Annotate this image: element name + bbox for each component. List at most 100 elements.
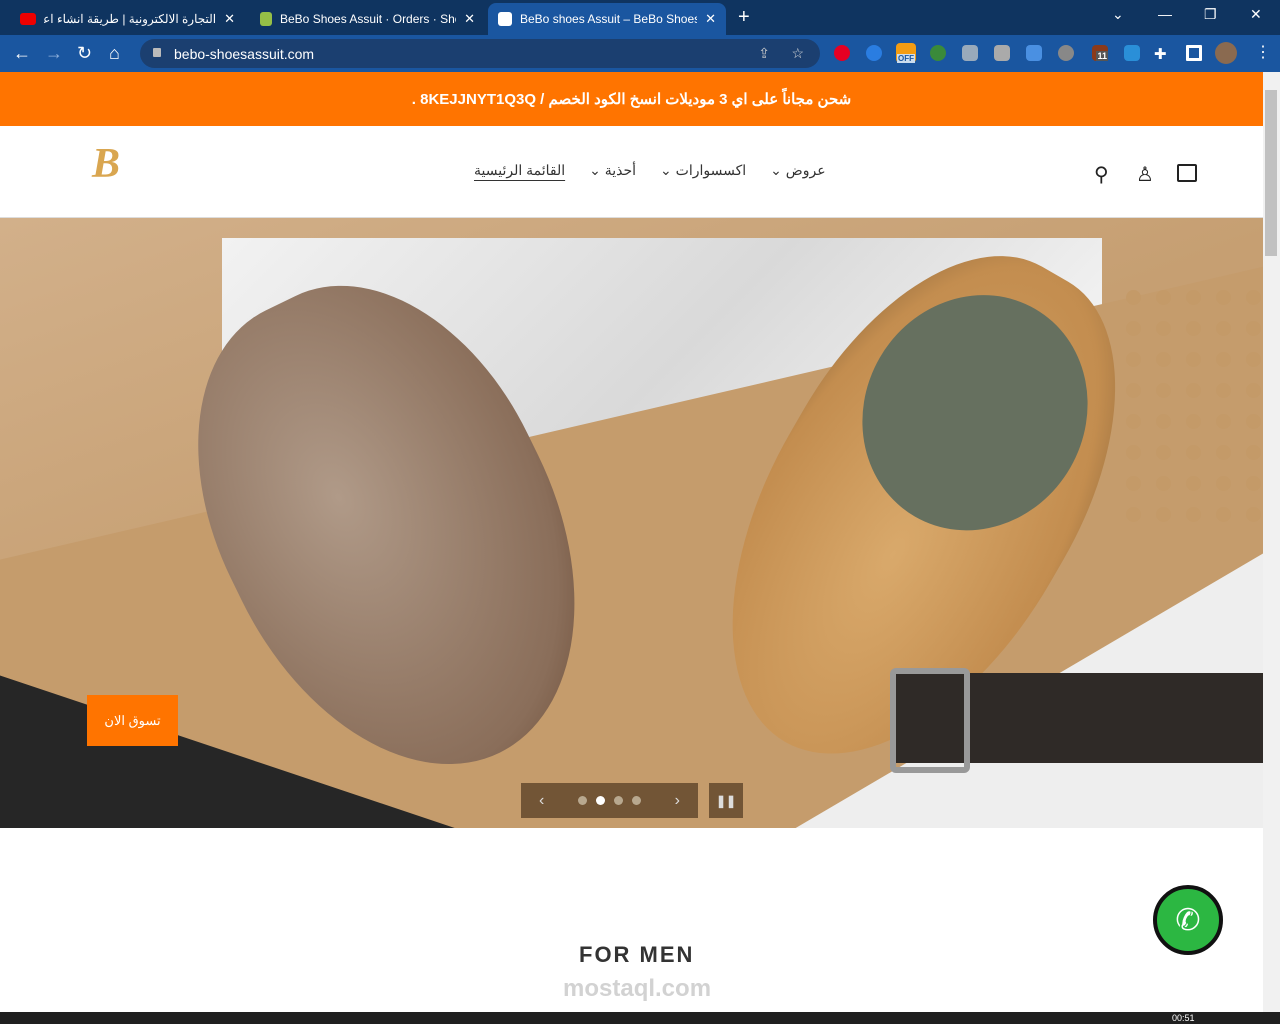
- scrollbar[interactable]: [1263, 72, 1280, 1012]
- pattern-dot: [1186, 290, 1201, 305]
- pattern-dot: [1126, 321, 1141, 336]
- cart-icon[interactable]: [1177, 164, 1197, 182]
- nav-home[interactable]: القائمة الرئيسية: [474, 162, 565, 179]
- close-icon[interactable]: ✕: [705, 11, 716, 27]
- forward-button[interactable]: →: [45, 43, 63, 63]
- pattern-dot: [1216, 476, 1231, 491]
- extension-icon[interactable]: [866, 45, 882, 61]
- tab-title: BeBo Shoes Assuit · Orders · Shopify: [280, 12, 456, 26]
- tab-shopify[interactable]: BeBo Shoes Assuit · Orders · Shopify ✕: [250, 3, 485, 35]
- tab-title: التجارة الالكترونية | طريقة انشاء اعلان: [44, 12, 217, 26]
- scrollbar-thumb[interactable]: [1265, 90, 1277, 256]
- menu-icon[interactable]: ⋮: [1255, 43, 1271, 63]
- translate-icon[interactable]: [1026, 45, 1042, 61]
- pattern-dot: [1246, 476, 1261, 491]
- pattern-dot: [1156, 321, 1171, 336]
- pattern-dot: [1216, 290, 1231, 305]
- extension-icon[interactable]: [1124, 45, 1140, 61]
- pattern-dot: [1216, 352, 1231, 367]
- close-icon[interactable]: ✕: [464, 11, 475, 27]
- pattern-dot: [1126, 507, 1141, 522]
- pattern-dot: [1126, 476, 1141, 491]
- tab-youtube[interactable]: التجارة الالكترونية | طريقة انشاء اعلان …: [10, 3, 245, 35]
- shop-now-button[interactable]: تسوق الان: [87, 695, 178, 746]
- puzzle-icon[interactable]: ✚: [1154, 45, 1170, 63]
- belt-buckle: [890, 668, 970, 773]
- side-panel-icon[interactable]: [1186, 45, 1202, 61]
- section-title: FOR MEN: [579, 942, 695, 967]
- account-icon[interactable]: ♙: [1136, 162, 1154, 187]
- previous-slide-button[interactable]: ‹: [539, 792, 544, 810]
- site-logo[interactable]: B: [92, 140, 120, 188]
- slide-dot[interactable]: [614, 796, 623, 805]
- home-button[interactable]: ⌂: [109, 43, 120, 63]
- tab-search-icon[interactable]: ⌄: [1112, 6, 1124, 23]
- new-tab-button[interactable]: +: [738, 6, 750, 29]
- slide-dot[interactable]: [596, 796, 605, 805]
- pinterest-icon[interactable]: [834, 45, 850, 61]
- reload-button[interactable]: ↻: [77, 43, 92, 63]
- youtube-icon: [20, 13, 36, 25]
- slide-dots: [578, 796, 641, 805]
- extension-icon[interactable]: [994, 45, 1010, 61]
- star-icon[interactable]: ☆: [791, 45, 804, 62]
- pattern-dot: [1156, 352, 1171, 367]
- pattern-dot: [1246, 352, 1261, 367]
- pattern-dot: [1246, 383, 1261, 398]
- pattern-dot: [1126, 414, 1141, 429]
- bebo-icon: [498, 12, 512, 26]
- tab-bebo[interactable]: BeBo shoes Assuit – BeBo Shoes ✕: [488, 3, 726, 35]
- off-badge: OFF: [897, 54, 915, 63]
- pattern-dot: [1246, 290, 1261, 305]
- pattern-dot: [1186, 507, 1201, 522]
- slideshow-controls: ‹ ›: [521, 783, 698, 818]
- globe-extension-icon[interactable]: [930, 45, 946, 61]
- logo-letter: B: [92, 141, 121, 187]
- chevron-down-icon: ⌄: [770, 162, 782, 178]
- minimize-button[interactable]: —: [1158, 6, 1172, 22]
- nav-shoes[interactable]: أحذية ⌄: [589, 162, 636, 179]
- pattern-dot: [1156, 445, 1171, 460]
- nav-label: عروض: [785, 162, 826, 178]
- pattern-dot: [1246, 445, 1261, 460]
- pattern-dot: [1246, 507, 1261, 522]
- slide-dot[interactable]: [632, 796, 641, 805]
- close-window-button[interactable]: ✕: [1250, 6, 1262, 23]
- lock-icon: [153, 48, 161, 57]
- pattern-dot: [1216, 414, 1231, 429]
- nav-label: اكسسوارات: [675, 162, 747, 178]
- nav-accessories[interactable]: اكسسوارات ⌄: [660, 162, 746, 179]
- pattern-dot: [1216, 321, 1231, 336]
- pattern-dot: [1216, 383, 1231, 398]
- avatar[interactable]: [1215, 42, 1237, 64]
- share-icon[interactable]: ⇪: [758, 45, 770, 62]
- site-header: B القائمة الرئيسية أحذية ⌄ اكسسوارات ⌄ ع…: [0, 126, 1263, 218]
- nav-label: أحذية: [604, 162, 637, 178]
- pattern-dot: [1126, 383, 1141, 398]
- nav-offers[interactable]: عروض ⌄: [770, 162, 825, 179]
- whatsapp-button[interactable]: ✆: [1153, 885, 1223, 955]
- pattern-dot: [1216, 445, 1231, 460]
- pattern-dot: [1126, 290, 1141, 305]
- pattern-dot: [1216, 507, 1231, 522]
- browser-toolbar: ← → ↻ ⌂ bebo-shoesassuit.com ⇪ ☆ OFF 11 …: [0, 35, 1280, 72]
- pattern-dot: [1126, 352, 1141, 367]
- pattern-dot: [1156, 414, 1171, 429]
- address-bar[interactable]: bebo-shoesassuit.com ⇪ ☆: [140, 39, 820, 68]
- coupon-extension-icon[interactable]: OFF: [896, 43, 916, 63]
- promo-banner: شحن مجاناً على اي 3 موديلات انسخ الكود ا…: [0, 72, 1263, 126]
- next-slide-button[interactable]: ›: [675, 792, 680, 810]
- linkedin-helper-icon[interactable]: 11: [1092, 45, 1108, 61]
- watermark: mostaql.com: [563, 975, 712, 1002]
- extension-icon[interactable]: [1058, 45, 1074, 61]
- pause-button[interactable]: ❚❚: [709, 783, 743, 818]
- close-icon[interactable]: ✕: [224, 11, 235, 27]
- search-icon[interactable]: ⚲: [1094, 162, 1109, 187]
- slide-dot[interactable]: [578, 796, 587, 805]
- shield-icon[interactable]: [962, 45, 978, 61]
- chevron-down-icon: ⌄: [660, 162, 672, 178]
- phone-icon: ✆: [1175, 903, 1201, 937]
- restore-button[interactable]: ❐: [1204, 6, 1217, 23]
- back-button[interactable]: ←: [13, 43, 31, 63]
- hero-slideshow: تسوق الان ‹ › ❚❚: [0, 218, 1263, 828]
